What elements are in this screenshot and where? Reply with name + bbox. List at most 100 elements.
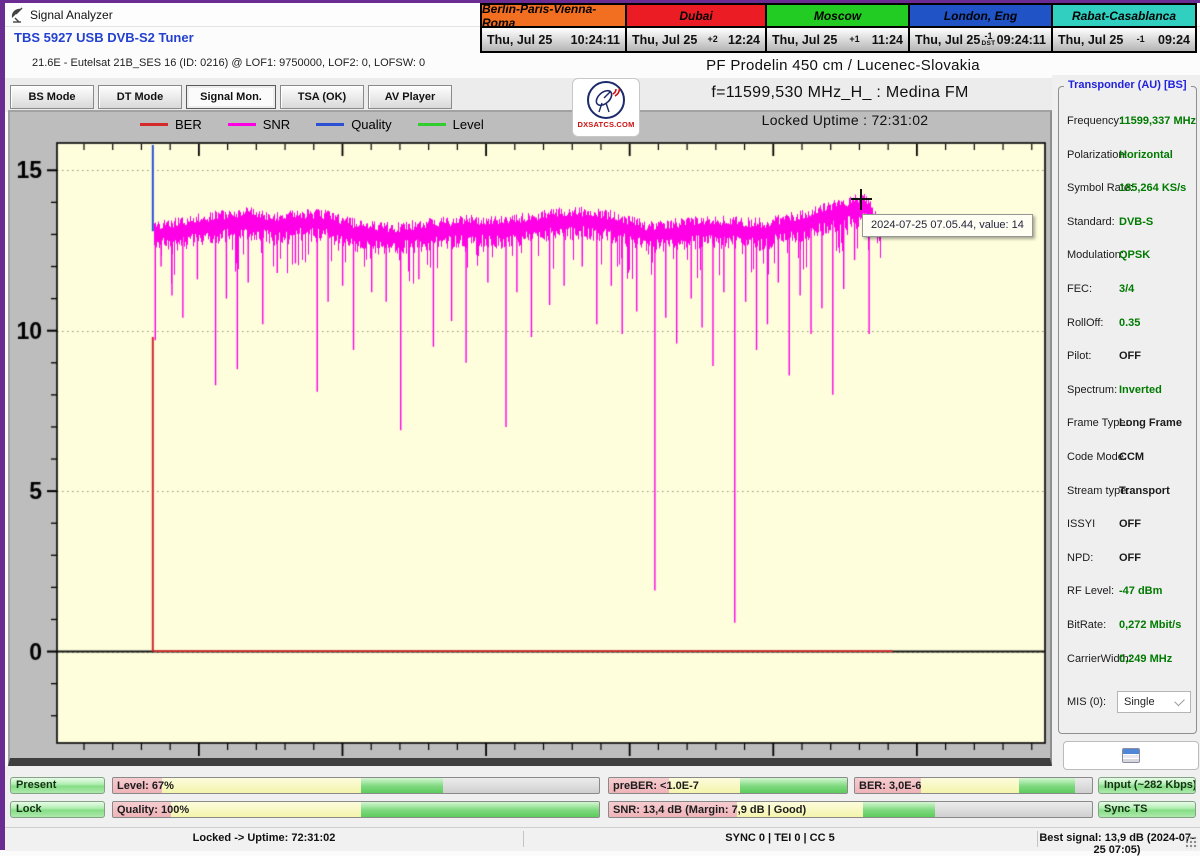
level-bar: Level: 67% [112, 777, 600, 794]
clock-time-text: 09:24:11 [996, 32, 1046, 47]
mis-dropdown[interactable]: Single [1117, 691, 1191, 713]
transponder-panel: Transponder (AU) [BS] MIS (0): Single Fr… [1058, 79, 1197, 734]
tp-value-3: DVB-S [1119, 215, 1154, 228]
clock-dubai: Dubai Thu, Jul 25 +2 12:24 [627, 3, 767, 53]
tab-signal-mon-[interactable]: Signal Mon. [186, 85, 276, 109]
world-clocks: Berlin-Paris-Vienna-Roma Thu, Jul 25 10:24… [480, 2, 1197, 53]
tab-bs-mode[interactable]: BS Mode [10, 85, 94, 109]
tp-value-15: 0,272 Mbit/s [1119, 619, 1182, 631]
logo-circle [587, 81, 625, 119]
sync-ts-button[interactable]: Sync TS [1098, 801, 1196, 818]
legend-swatch-quality [316, 123, 345, 126]
clock-time-value: Thu, Jul 25 +1 11:24 [767, 28, 908, 51]
tab-dt-mode[interactable]: DT Mode [98, 85, 182, 109]
clock-utc-offset: -1 DST [981, 30, 996, 47]
clock-city-label: Rabat-Casablanca [1053, 5, 1195, 28]
clock-utc-offset: +1 [849, 34, 860, 44]
ts-list-icon [1122, 748, 1140, 763]
clock-time-text: 10:24:11 [570, 32, 620, 47]
chart-legend: BER SNR Quality Level [140, 117, 484, 132]
legend-label: SNR [262, 117, 291, 132]
clock-date: Thu, Jul 25 [915, 32, 981, 47]
clock-utc-offset: -1 [1136, 34, 1145, 44]
clock-time-text: 09:24 [1158, 32, 1190, 47]
chart-crosshair [851, 189, 872, 210]
site-header: PF Prodelin 450 cm / Lucenec-Slovakia [706, 57, 980, 74]
tp-label-5: FEC: [1067, 283, 1093, 295]
tp-label-13: NPD: [1067, 551, 1094, 564]
clock-date: Thu, Jul 25 [487, 32, 553, 47]
tp-value-12: OFF [1119, 518, 1141, 531]
tp-value-10: CCM [1119, 451, 1145, 463]
tp-value-2: 185,264 KS/s [1119, 182, 1187, 195]
logo-text: DXSATCS.COM [577, 120, 635, 129]
clock-date: Thu, Jul 25 [772, 32, 838, 47]
quality-bar-label: Quality: 100% [117, 804, 190, 816]
legend-item-snr: SNR [227, 117, 291, 132]
present-indicator: Present [10, 777, 105, 794]
mode-tabs: BS Mode DT Mode Signal Mon. TSA (OK) AV Play… [10, 85, 452, 109]
tp-label-6: RollOff: [1067, 316, 1104, 329]
input-rate-button[interactable]: Input (~282 Kbps) [1098, 777, 1196, 794]
ber-bar: BER: 3,0E-6 [854, 777, 1093, 794]
tp-label-4: Modulation: [1067, 249, 1124, 262]
tp-value-9: Long Frame [1119, 417, 1182, 430]
tab-tsa-ok-[interactable]: TSA (OK) [280, 85, 364, 109]
resize-grip[interactable] [1185, 836, 1198, 849]
preber-bar: preBER: <1.0E-7 [608, 777, 848, 794]
tp-value-13: OFF [1119, 551, 1141, 564]
status-sync-counters: SYNC 0 | TEI 0 | CC 5 [725, 832, 835, 844]
chart-tooltip: 2024-07-25 07.05.44, value: 14 [862, 214, 1033, 237]
tp-value-5: 3/4 [1119, 283, 1135, 295]
level-bar-label: Level: 67% [117, 780, 174, 792]
status-uptime: Locked -> Uptime: 72:31:02 [192, 832, 336, 844]
tp-value-7: OFF [1119, 350, 1141, 363]
clock-rabat-casablanca: Rabat-Casablanca Thu, Jul 25 -1 09:24 [1053, 3, 1197, 53]
clock-moscow: Moscow Thu, Jul 25 +1 11:24 [767, 3, 910, 53]
legend-item-quality: Quality [316, 117, 392, 132]
tp-label-10: Code Mode: [1067, 451, 1127, 463]
clock-utc-offset: +2 [707, 34, 718, 44]
clock-city-label: Berlin-Paris-Vienna-Roma [482, 2, 625, 30]
tp-label-15: BitRate: [1067, 619, 1107, 631]
tp-label-8: Spectrum: [1067, 383, 1118, 396]
status-separator [1037, 831, 1038, 847]
legend-item-level: Level [417, 117, 484, 132]
clock-time-value: Thu, Jul 25 10:24:11 [482, 28, 625, 51]
legend-label: Level [452, 117, 484, 132]
status-best-signal: Best signal: 13,9 dB (2024-07-25 07:05) [1039, 832, 1195, 856]
window-title: Signal Analyzer [30, 8, 113, 22]
tp-value-11: Transport [1119, 484, 1170, 497]
tp-label-3: Standard: [1067, 215, 1115, 228]
clock-time-value: Thu, Jul 25 -1 09:24 [1053, 28, 1195, 51]
legend-label: BER [175, 117, 202, 132]
tp-label-12: ISSYI [1067, 518, 1096, 531]
clock-time-value: Thu, Jul 25 +2 12:24 [627, 28, 765, 51]
dxsatcs-logo: DXSATCS.COM [572, 78, 640, 137]
tp-label-0: Frequency: [1067, 115, 1123, 127]
app-dish-icon [11, 7, 23, 23]
legend-label: Quality [351, 117, 392, 132]
locked-uptime: Locked Uptime : 72:31:02 [761, 112, 929, 128]
snr-bar: SNR: 13,4 dB (Margin: 7,9 dB | Good) [608, 801, 1093, 818]
snr-bar-label: SNR: 13,4 dB (Margin: 7,9 dB | Good) [613, 804, 807, 816]
ber-bar-label: BER: 3,0E-6 [859, 780, 922, 792]
tab-av-player[interactable]: AV Player [368, 85, 452, 109]
status-separator [523, 831, 524, 847]
clock-date: Thu, Jul 25 [1058, 32, 1124, 47]
tp-label-7: Pilot: [1067, 350, 1092, 363]
ts-list-button[interactable] [1063, 741, 1199, 770]
quality-bar: Quality: 100% [112, 801, 600, 818]
clock-date: Thu, Jul 25 [632, 32, 698, 47]
tp-value-16: 0,249 MHz [1119, 652, 1173, 665]
clock-time-value: Thu, Jul 25 -1 DST 09:24:11 [910, 28, 1051, 51]
status-bar: Locked -> Uptime: 72:31:02 SYNC 0 | TEI … [5, 827, 1200, 856]
clock-berlin-paris-vienna-roma: Berlin-Paris-Vienna-Roma Thu, Jul 25 10:24… [480, 2, 627, 53]
mis-label: MIS (0): [1067, 696, 1107, 708]
legend-swatch-snr [227, 123, 256, 126]
tuner-subtitle: 21.6E - Eutelsat 21B_SES 16 (ID: 0216) @… [32, 57, 426, 69]
transponder-title: Transponder (AU) [BS] [1064, 79, 1191, 91]
clock-time-text: 12:24 [728, 32, 760, 47]
tp-value-6: 0.35 [1119, 316, 1141, 329]
clock-city-label: Dubai [627, 5, 765, 28]
